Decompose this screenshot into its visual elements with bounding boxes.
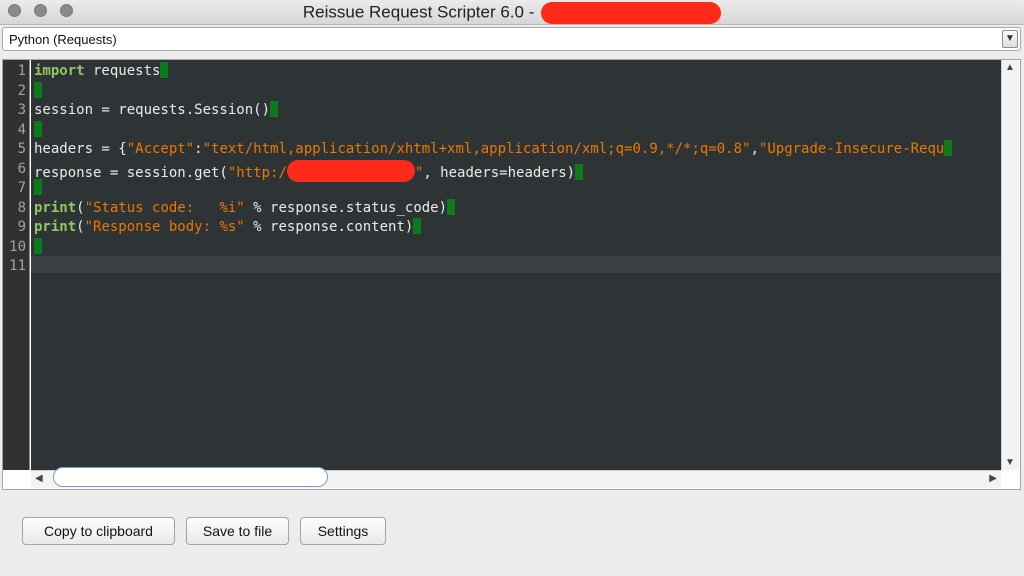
code-line	[34, 237, 42, 258]
line-number: 4	[17, 121, 26, 138]
code-string: "Response body: %s"	[84, 219, 245, 235]
code-text: (	[76, 199, 85, 216]
line-number: 9	[17, 219, 26, 235]
language-select-value: Python (Requests)	[9, 32, 117, 47]
code-line	[34, 81, 42, 102]
window-title-area: Reissue Request Scripter 6.0 -	[0, 2, 1024, 24]
code-text: % response.content)	[244, 219, 414, 235]
code-keyword: print	[34, 219, 77, 235]
code-text: (	[76, 219, 85, 235]
code-line: import requests	[34, 62, 169, 82]
line-number-gutter: 1 2 3 4 5 6 7 8 9 10 11	[3, 60, 30, 470]
line-number: 10	[9, 238, 26, 255]
window-title: Reissue Request Scripter 6.0 -	[302, 2, 535, 22]
line-number: 8	[17, 199, 26, 216]
line-end-marker	[34, 120, 42, 137]
horizontal-scrollbar[interactable]: ◀ ▶	[31, 467, 1001, 488]
scroll-down-arrow-icon[interactable]: ▼	[1005, 457, 1015, 468]
code-keyword: import	[34, 63, 85, 79]
code-line	[34, 120, 42, 141]
line-end-marker	[447, 198, 456, 215]
code-text: :	[194, 141, 203, 157]
copy-to-clipboard-button[interactable]: Copy to clipboard	[22, 517, 175, 545]
line-end-marker	[270, 101, 279, 117]
save-to-file-button[interactable]: Save to file	[186, 517, 289, 545]
code-text: session = requests.Session()	[34, 102, 271, 118]
redaction-mark	[541, 2, 722, 24]
scroll-right-arrow-icon[interactable]: ▶	[989, 473, 997, 484]
code-string: "http:/	[227, 164, 287, 181]
line-end-marker	[575, 163, 584, 180]
current-line-highlight	[31, 256, 1001, 273]
line-number: 6	[17, 160, 26, 177]
code-keyword: print	[34, 199, 77, 216]
vertical-scrollbar[interactable]: ▲ ▼	[1001, 60, 1019, 470]
code-string: "text/html,application/xhtml+xml,applica…	[202, 141, 751, 157]
code-text: , headers=headers)	[423, 164, 576, 181]
code-line	[34, 179, 42, 199]
code-text: ,	[750, 141, 759, 157]
scroll-left-arrow-icon[interactable]: ◀	[35, 473, 43, 484]
line-number: 1	[17, 63, 26, 79]
code-text: % response.status_code)	[244, 199, 448, 216]
code-line: print("Response body: %s" % response.con…	[34, 218, 422, 238]
line-end-marker	[160, 62, 169, 78]
line-end-marker	[34, 81, 42, 98]
line-number: 11	[9, 258, 26, 274]
code-text: response = session.get(	[34, 164, 228, 181]
settings-button[interactable]: Settings	[300, 517, 386, 545]
code-line: headers = {"Accept":"text/html,applicati…	[34, 140, 953, 160]
code-line: print("Status code: %i" % response.statu…	[34, 198, 456, 219]
line-end-marker	[34, 179, 42, 195]
redaction-mark	[286, 159, 415, 182]
code-text: headers = {	[34, 141, 127, 157]
code-string: "Status code: %i"	[84, 199, 245, 216]
line-end-marker	[944, 140, 953, 156]
line-number: 5	[17, 141, 26, 157]
line-end-marker	[34, 237, 42, 254]
code-line: session = requests.Session()	[34, 101, 279, 121]
line-number: 3	[17, 102, 26, 118]
code-line: response = session.get("http:/", headers…	[34, 159, 584, 182]
line-number: 2	[17, 82, 26, 99]
code-text: requests	[84, 63, 161, 79]
scroll-up-arrow-icon[interactable]: ▲	[1005, 62, 1015, 73]
code-string: "Upgrade-Insecure-Requ	[758, 141, 945, 157]
line-end-marker	[413, 218, 422, 234]
title-bar: Reissue Request Scripter 6.0 -	[0, 0, 1024, 25]
code-editor[interactable]: import requests session = requests.Sessio…	[31, 60, 1001, 470]
language-select[interactable]: Python (Requests) ▼	[2, 27, 1021, 51]
dropdown-arrow-icon[interactable]: ▼	[1002, 30, 1018, 48]
line-number: 7	[17, 180, 26, 196]
code-string: "Accept"	[126, 141, 195, 157]
horizontal-scroll-thumb[interactable]	[53, 467, 328, 487]
